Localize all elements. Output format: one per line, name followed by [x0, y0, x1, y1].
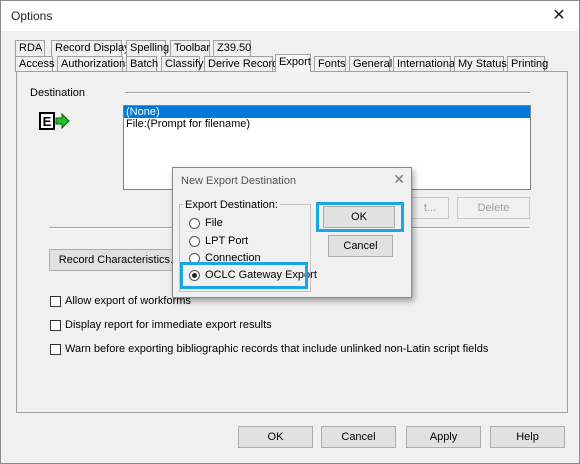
radio-oclc-gateway-export-label: OCLC Gateway Export — [205, 269, 317, 281]
radio-file[interactable] — [189, 218, 200, 229]
dialog-cancel-button[interactable]: Cancel — [328, 235, 393, 257]
export-destination-group-label: Export Destination: — [183, 199, 280, 211]
close-icon[interactable]: ✕ — [549, 6, 569, 26]
radio-connection-label: Connection — [205, 252, 261, 264]
allow-workforms-checkbox[interactable] — [50, 296, 61, 307]
destination-edit-button[interactable]: t... — [411, 197, 449, 219]
tab-printing[interactable]: Printing — [507, 56, 548, 72]
radio-lpt-port[interactable] — [189, 236, 200, 247]
export-e-arrow-icon: E — [39, 112, 71, 133]
tab-record-display[interactable]: Record Display — [51, 40, 130, 56]
radio-oclc-gateway-export[interactable] — [189, 270, 200, 281]
tab-classify[interactable]: Classify — [161, 56, 204, 72]
apply-button[interactable]: Apply — [406, 426, 481, 448]
tab-rda[interactable]: RDA — [15, 40, 45, 56]
display-report-label: Display report for immediate export resu… — [65, 319, 272, 331]
tab-access[interactable]: Access — [15, 56, 54, 72]
cancel-button[interactable]: Cancel — [321, 426, 396, 448]
radio-lpt-port-label: LPT Port — [205, 235, 249, 247]
tab-z3950[interactable]: Z39.50 — [213, 40, 251, 56]
dialog-title: New Export Destination — [181, 175, 296, 187]
delete-button[interactable]: Delete — [457, 197, 530, 219]
dialog-close-icon[interactable]: ✕ — [393, 171, 405, 188]
destination-divider — [125, 92, 530, 94]
dialog-ok-button[interactable]: OK — [323, 206, 395, 228]
list-item[interactable]: File:(Prompt for filename) — [124, 118, 530, 130]
warn-non-latin-label: Warn before exporting bibliographic reco… — [65, 343, 489, 355]
help-button[interactable]: Help — [490, 426, 565, 448]
tab-derive-record[interactable]: Derive Record — [204, 56, 278, 72]
svg-text:E: E — [43, 114, 52, 129]
display-report-checkbox[interactable] — [50, 320, 61, 331]
window-title: Options — [11, 9, 53, 23]
radio-file-label: File — [205, 217, 223, 229]
tab-batch[interactable]: Batch — [126, 56, 158, 72]
radio-connection[interactable] — [189, 253, 200, 264]
title-bar: Options ✕ — [1, 1, 579, 31]
tab-general[interactable]: General — [349, 56, 392, 72]
tab-fonts[interactable]: Fonts — [314, 56, 346, 72]
warn-non-latin-checkbox[interactable] — [50, 344, 61, 355]
tab-international[interactable]: International — [393, 56, 458, 72]
tab-my-status[interactable]: My Status — [454, 56, 507, 72]
destination-label: Destination — [30, 87, 86, 99]
tab-spelling[interactable]: Spelling — [126, 40, 169, 56]
list-item[interactable]: (None) — [124, 106, 530, 118]
tab-export[interactable]: Export — [275, 54, 311, 72]
tab-authorizations[interactable]: Authorizations — [57, 56, 131, 72]
tab-toolbar[interactable]: Toolbar — [170, 40, 210, 56]
record-characteristics-button[interactable]: Record Characteristics... — [49, 249, 189, 271]
new-export-destination-dialog: New Export Destination ✕ Export Destinat… — [172, 167, 412, 298]
ok-button[interactable]: OK — [238, 426, 313, 448]
